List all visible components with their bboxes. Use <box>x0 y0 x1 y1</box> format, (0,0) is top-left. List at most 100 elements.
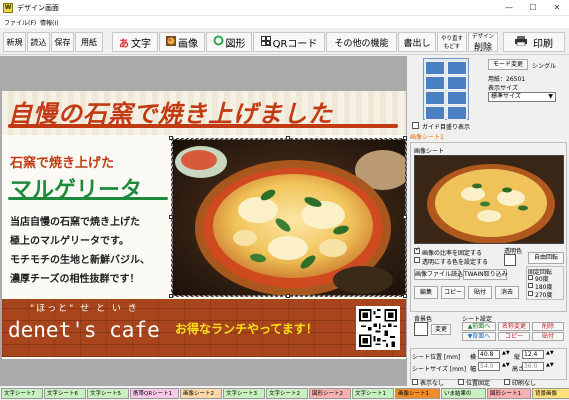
qr-button[interactable]: QRコード <box>253 32 325 52</box>
text-button[interactable]: あ文字 <box>112 32 158 52</box>
export-button[interactable]: 書出し <box>398 32 436 52</box>
sheet-paste-button[interactable]: 貼付 <box>532 332 564 341</box>
sheet-copy-button[interactable]: コピー <box>498 332 530 341</box>
sheet-tab[interactable]: 文字シート3 <box>223 388 265 399</box>
maximize-button[interactable]: ☐ <box>521 0 545 16</box>
image-sheet-group-label: 画像シート <box>414 148 445 155</box>
sheet-tab[interactable]: 画像シート1 <box>395 388 440 399</box>
save-button[interactable]: 保存 <box>51 32 74 52</box>
sheet-tab[interactable]: 文字シート6 <box>44 388 86 399</box>
send-back-button[interactable]: ▼背面へ <box>462 332 496 341</box>
clear-button[interactable]: 消去 <box>495 286 519 299</box>
image-button[interactable]: 画像 <box>159 32 205 52</box>
sheet-tab[interactable]: 図形シート1 <box>487 388 531 399</box>
resize-handle[interactable] <box>403 136 407 140</box>
x-input[interactable]: 40.8 <box>478 350 500 359</box>
guide-checkbox[interactable] <box>412 122 419 129</box>
qr-code-image[interactable] <box>356 306 400 350</box>
y-spin-icon[interactable]: ▲▼ <box>546 350 554 356</box>
sheet-position-label: シート位置 [mm] <box>412 354 461 361</box>
paste-button[interactable]: 貼付 <box>468 286 492 299</box>
display-size-label: 表示サイズ <box>488 85 518 92</box>
resize-handle[interactable] <box>169 294 173 298</box>
text-button-label: 文字 <box>131 38 151 50</box>
rename-button[interactable]: 名称変更 <box>498 322 530 331</box>
rotate-180-checkbox[interactable] <box>528 283 533 288</box>
subheading-text[interactable]: 石窯で焼き上げた <box>10 152 114 171</box>
resize-handle[interactable] <box>403 294 407 298</box>
paper-label: 用紙：26501 <box>488 74 525 83</box>
resize-handle[interactable] <box>286 294 290 298</box>
width-input[interactable]: 54.0 <box>478 362 500 371</box>
body-line-4[interactable]: 濃厚チーズの相性抜群です！ <box>10 270 140 285</box>
bring-front-button[interactable]: ▲前面へ <box>462 322 496 331</box>
banner-tagline[interactable]: "ほっと" せ と い き <box>30 301 139 314</box>
pizza-photo[interactable] <box>172 139 406 296</box>
body-line-1[interactable]: 当店自慢の石窯で焼き上げた <box>10 213 140 228</box>
sheet-tab[interactable]: 文字シート5 <box>87 388 129 399</box>
transparent-color-swatch[interactable] <box>504 254 516 266</box>
transparent-label: 透明にする色を設定する <box>422 259 489 266</box>
sheet-size-label: シートサイズ [mm] <box>412 366 467 373</box>
shape-button[interactable]: 図形 <box>206 32 252 52</box>
sheet-tab[interactable]: 文字シート1 <box>352 388 394 399</box>
transparent-checkbox[interactable] <box>414 257 420 263</box>
twain-button[interactable]: TWAIN取り込み <box>463 269 508 280</box>
sheet-delete-button[interactable]: 削除 <box>532 322 564 331</box>
fix-position-label: 位置固定 <box>466 380 491 387</box>
sheet-tab[interactable]: 文字シート2 <box>266 388 308 399</box>
cafe-name-text[interactable]: denet's cafe <box>8 318 160 342</box>
width-spin-icon[interactable]: ▲▼ <box>502 362 510 368</box>
sheet-tab-bar: 文字シート7 文字シート6 文字シート5 携帯QRシート1 画像シート2 文字シート3 文字… <box>0 387 569 400</box>
sheet-tab[interactable]: いま結果の <box>441 388 486 399</box>
edit-button[interactable]: 編集 <box>414 286 438 299</box>
height-input[interactable]: 36.0 <box>522 362 544 371</box>
minimize-button[interactable]: — <box>497 0 521 16</box>
layout-cell <box>447 61 467 75</box>
height-spin-icon[interactable]: ▲▼ <box>546 362 554 368</box>
menu-file[interactable]: ファイル(F) <box>4 18 36 27</box>
layout-cell <box>425 106 445 120</box>
layout-thumbnail[interactable] <box>423 58 469 120</box>
resize-handle[interactable] <box>169 136 173 140</box>
no-print-label: 印刷なし <box>512 380 537 387</box>
lunch-promo-text[interactable]: お得なランチやってます！ <box>175 320 318 337</box>
rotate-270-checkbox[interactable] <box>528 291 533 296</box>
width-label: 幅 <box>470 366 477 373</box>
body-line-3[interactable]: モチモチの生地と新鮮バジル、 <box>10 251 150 266</box>
close-button[interactable]: ✕ <box>545 0 569 16</box>
hide-checkbox[interactable] <box>412 379 418 385</box>
bg-color-swatch[interactable] <box>414 322 428 336</box>
body-line-2[interactable]: 極上のマルゲリータです。 <box>10 232 129 247</box>
display-size-select[interactable]: 標準サイズ ▼ <box>488 92 556 102</box>
free-rotate-button[interactable]: 自由回転 <box>528 252 564 264</box>
read-image-file-button[interactable]: 画像ファイル読込 <box>414 269 463 280</box>
sheet-tab[interactable]: 携帯QRシート1 <box>130 388 179 399</box>
menu-info[interactable]: 情報(I) <box>40 18 58 27</box>
design-delete-top-label: デザイン <box>471 33 494 40</box>
print-button[interactable]: 印刷 <box>503 32 565 52</box>
new-button[interactable]: 新規 <box>3 32 26 52</box>
sheet-tab[interactable]: 図形シート2 <box>309 388 351 399</box>
read-button[interactable]: 読込 <box>27 32 50 52</box>
y-input[interactable]: 12.4 <box>522 350 544 359</box>
copy-button[interactable]: コピー <box>441 286 465 299</box>
resize-handle[interactable] <box>403 215 407 219</box>
sheet-tab[interactable]: 背景画像 <box>532 388 569 399</box>
x-spin-icon[interactable]: ▲▼ <box>502 350 510 356</box>
design-delete-button[interactable]: デザイン 削除 <box>468 32 498 53</box>
sheet-tab[interactable]: 画像シート2 <box>180 388 222 399</box>
resize-handle[interactable] <box>286 136 290 140</box>
image-preview <box>414 155 564 244</box>
rotate-90-checkbox[interactable] <box>528 275 533 280</box>
no-print-checkbox[interactable] <box>504 379 510 385</box>
bg-color-change-button[interactable]: 変更 <box>431 324 451 335</box>
resize-handle[interactable] <box>169 215 173 219</box>
paper-button[interactable]: 用紙 <box>75 32 103 52</box>
sheet-tab[interactable]: 文字シート7 <box>1 388 43 399</box>
other-functions-button[interactable]: その他の機能 <box>326 32 397 52</box>
mode-change-button[interactable]: モード変更 <box>488 59 528 70</box>
keep-ratio-checkbox[interactable]: ✓ <box>414 246 420 254</box>
fix-position-checkbox[interactable] <box>458 379 464 385</box>
undo-button[interactable]: やり直す もどす <box>437 32 467 52</box>
